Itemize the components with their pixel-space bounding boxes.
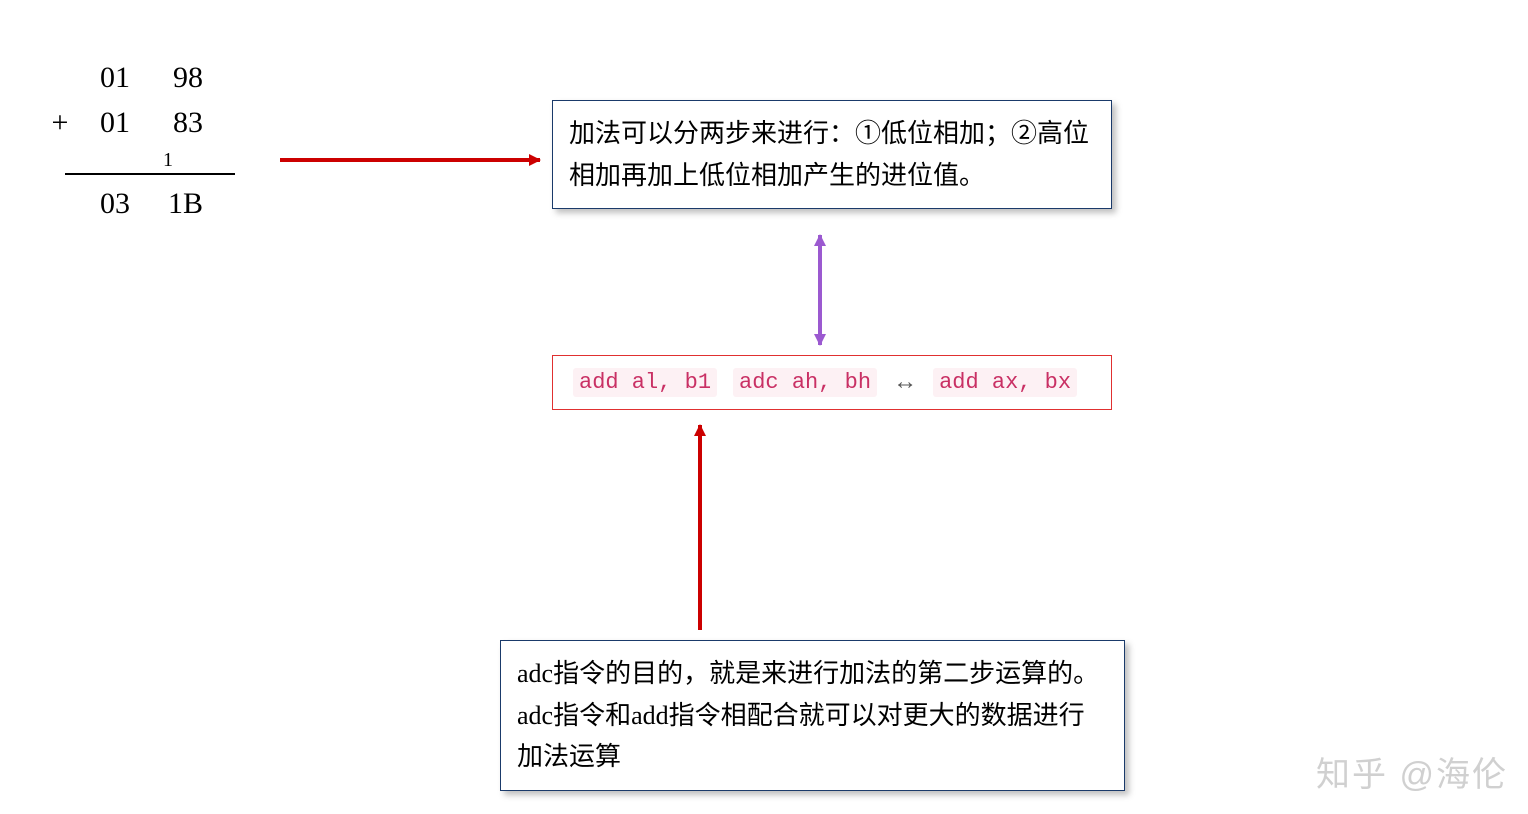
code-add-al-bl: add al, b1 [573,368,717,397]
sum-divider [65,173,235,175]
explanation-box-steps: 加法可以分两步来进行：①低位相加；②高位相加再加上低位相加产生的进位值。 [552,100,1112,209]
assembly-code-box: add al, b1 adc ah, bh ↔ add ax, bx [552,355,1112,410]
hex-addition-example: 01 98 + 01 83 1 03 1B [45,55,235,226]
watermark-text: 知乎 @海伦 [1316,747,1508,796]
explanation-text-steps: 加法可以分两步来进行：①低位相加；②高位相加再加上低位相加产生的进位值。 [569,119,1089,190]
code-adc-ah-bh: adc ah, bh [733,368,877,397]
result-low: 1B [148,181,203,226]
code-add-ax-bx: add ax, bx [933,368,1077,397]
explanation-box-adc: adc指令的目的，就是来进行加法的第二步运算的。adc指令和add指令相配合就可… [500,640,1125,791]
plus-sign: + [45,100,75,145]
result-high: 03 [75,181,130,226]
carry-digit: 1 [163,145,183,175]
addend1-high: 01 [75,55,130,100]
addend1-low: 98 [148,55,203,100]
equivalence-arrow-icon: ↔ [893,369,917,396]
addend2-high: 01 [75,100,130,145]
explanation-text-adc: adc指令的目的，就是来进行加法的第二步运算的。adc指令和add指令相配合就可… [517,659,1099,771]
addend2-low: 83 [148,100,203,145]
